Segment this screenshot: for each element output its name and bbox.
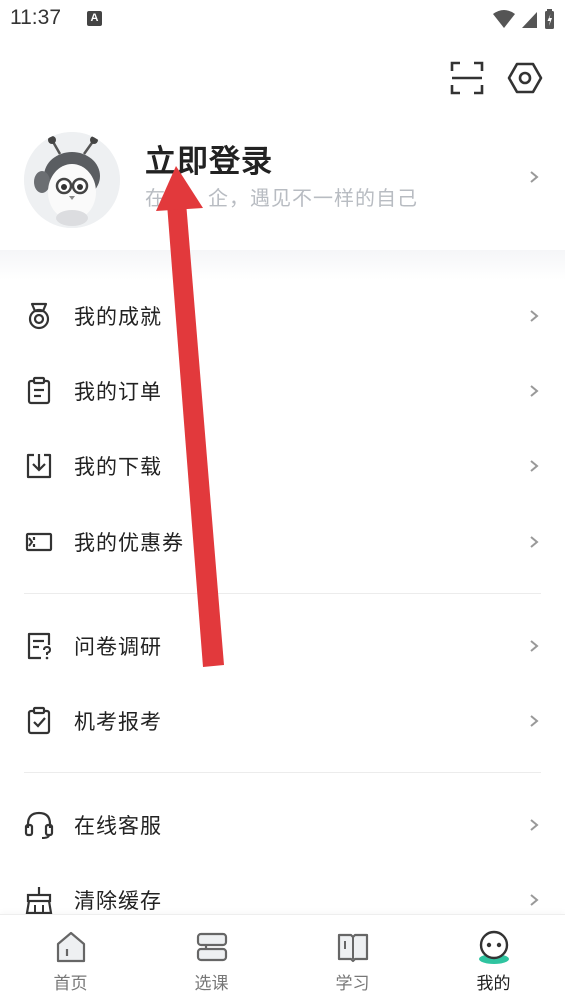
- menu-label: 我的成就: [74, 305, 162, 329]
- chevron-right-icon: [530, 894, 539, 906]
- medal-icon: [28, 302, 50, 330]
- book-icon: [337, 933, 368, 963]
- menu-item-customer-service[interactable]: 在线客服: [0, 788, 565, 862]
- tab-label: 选课: [194, 974, 229, 994]
- wifi-icon: [493, 10, 515, 28]
- chevron-right-icon: [530, 536, 539, 548]
- profile-icon: [478, 930, 509, 964]
- menu-label: 我的订单: [74, 380, 162, 404]
- menu-label: 问卷调研: [74, 635, 162, 659]
- headset-icon: [24, 811, 54, 839]
- coupon-icon: [25, 532, 53, 552]
- battery-charging-icon: [545, 9, 554, 29]
- chevron-right-icon[interactable]: [527, 170, 541, 184]
- menu-item-downloads[interactable]: 我的下载: [0, 429, 565, 503]
- bee-mascot-avatar: [24, 132, 120, 228]
- chevron-right-icon: [530, 819, 539, 831]
- menu-label: 机考报考: [74, 710, 162, 734]
- broom-icon: [25, 887, 53, 915]
- menu-item-survey[interactable]: 问卷调研: [0, 609, 565, 683]
- exam-check-icon: [27, 706, 51, 735]
- chevron-right-icon: [530, 385, 539, 397]
- tab-label: 学习: [335, 974, 370, 994]
- survey-icon: [27, 632, 52, 660]
- menu-label: 清除缓存: [74, 889, 162, 913]
- status-time: 11:37: [10, 6, 61, 29]
- avatar[interactable]: [24, 132, 120, 228]
- chevron-right-icon: [530, 310, 539, 322]
- download-icon: [26, 453, 52, 479]
- courses-icon: [196, 932, 227, 962]
- divider: [24, 772, 541, 773]
- settings-icon[interactable]: [505, 58, 545, 98]
- notification-badge: A: [87, 11, 102, 26]
- login-subtitle-start: 在: [145, 186, 166, 210]
- status-icons: [493, 9, 554, 29]
- login-subtitle: 在 企，遇见不一样的自己: [145, 182, 418, 211]
- tab-home[interactable]: 首页: [0, 915, 141, 1004]
- home-icon: [56, 931, 85, 963]
- tab-profile[interactable]: 我的: [423, 915, 564, 1004]
- menu-label: 我的优惠券: [74, 531, 184, 555]
- chevron-right-icon: [530, 460, 539, 472]
- section-gap: [0, 250, 565, 280]
- menu-item-coupons[interactable]: 我的优惠券: [0, 505, 565, 579]
- tab-label: 我的: [476, 974, 511, 994]
- menu-label: 在线客服: [74, 814, 162, 838]
- chevron-right-icon: [530, 640, 539, 652]
- scan-icon[interactable]: [447, 58, 487, 98]
- tab-study[interactable]: 学习: [282, 915, 423, 1004]
- clipboard-icon: [27, 376, 51, 405]
- chevron-right-icon: [530, 715, 539, 727]
- login-card[interactable]: 立即登录 在 企，遇见不一样的自己: [0, 120, 565, 240]
- menu-label: 我的下载: [74, 455, 162, 479]
- login-title[interactable]: 立即登录: [145, 136, 273, 181]
- divider: [24, 593, 541, 594]
- status-bar: 11:37 A: [0, 0, 565, 38]
- signal-icon: [522, 12, 537, 28]
- tab-label: 首页: [53, 974, 88, 994]
- menu-item-exam-registration[interactable]: 机考报考: [0, 684, 565, 758]
- menu-item-orders[interactable]: 我的订单: [0, 354, 565, 428]
- menu-item-achievements[interactable]: 我的成就: [0, 279, 565, 353]
- tab-courses[interactable]: 选课: [141, 915, 282, 1004]
- bottom-tab-bar: 首页 选课 学习 我的: [0, 914, 565, 1004]
- login-subtitle-end: 企，遇见不一样的自己: [208, 186, 418, 210]
